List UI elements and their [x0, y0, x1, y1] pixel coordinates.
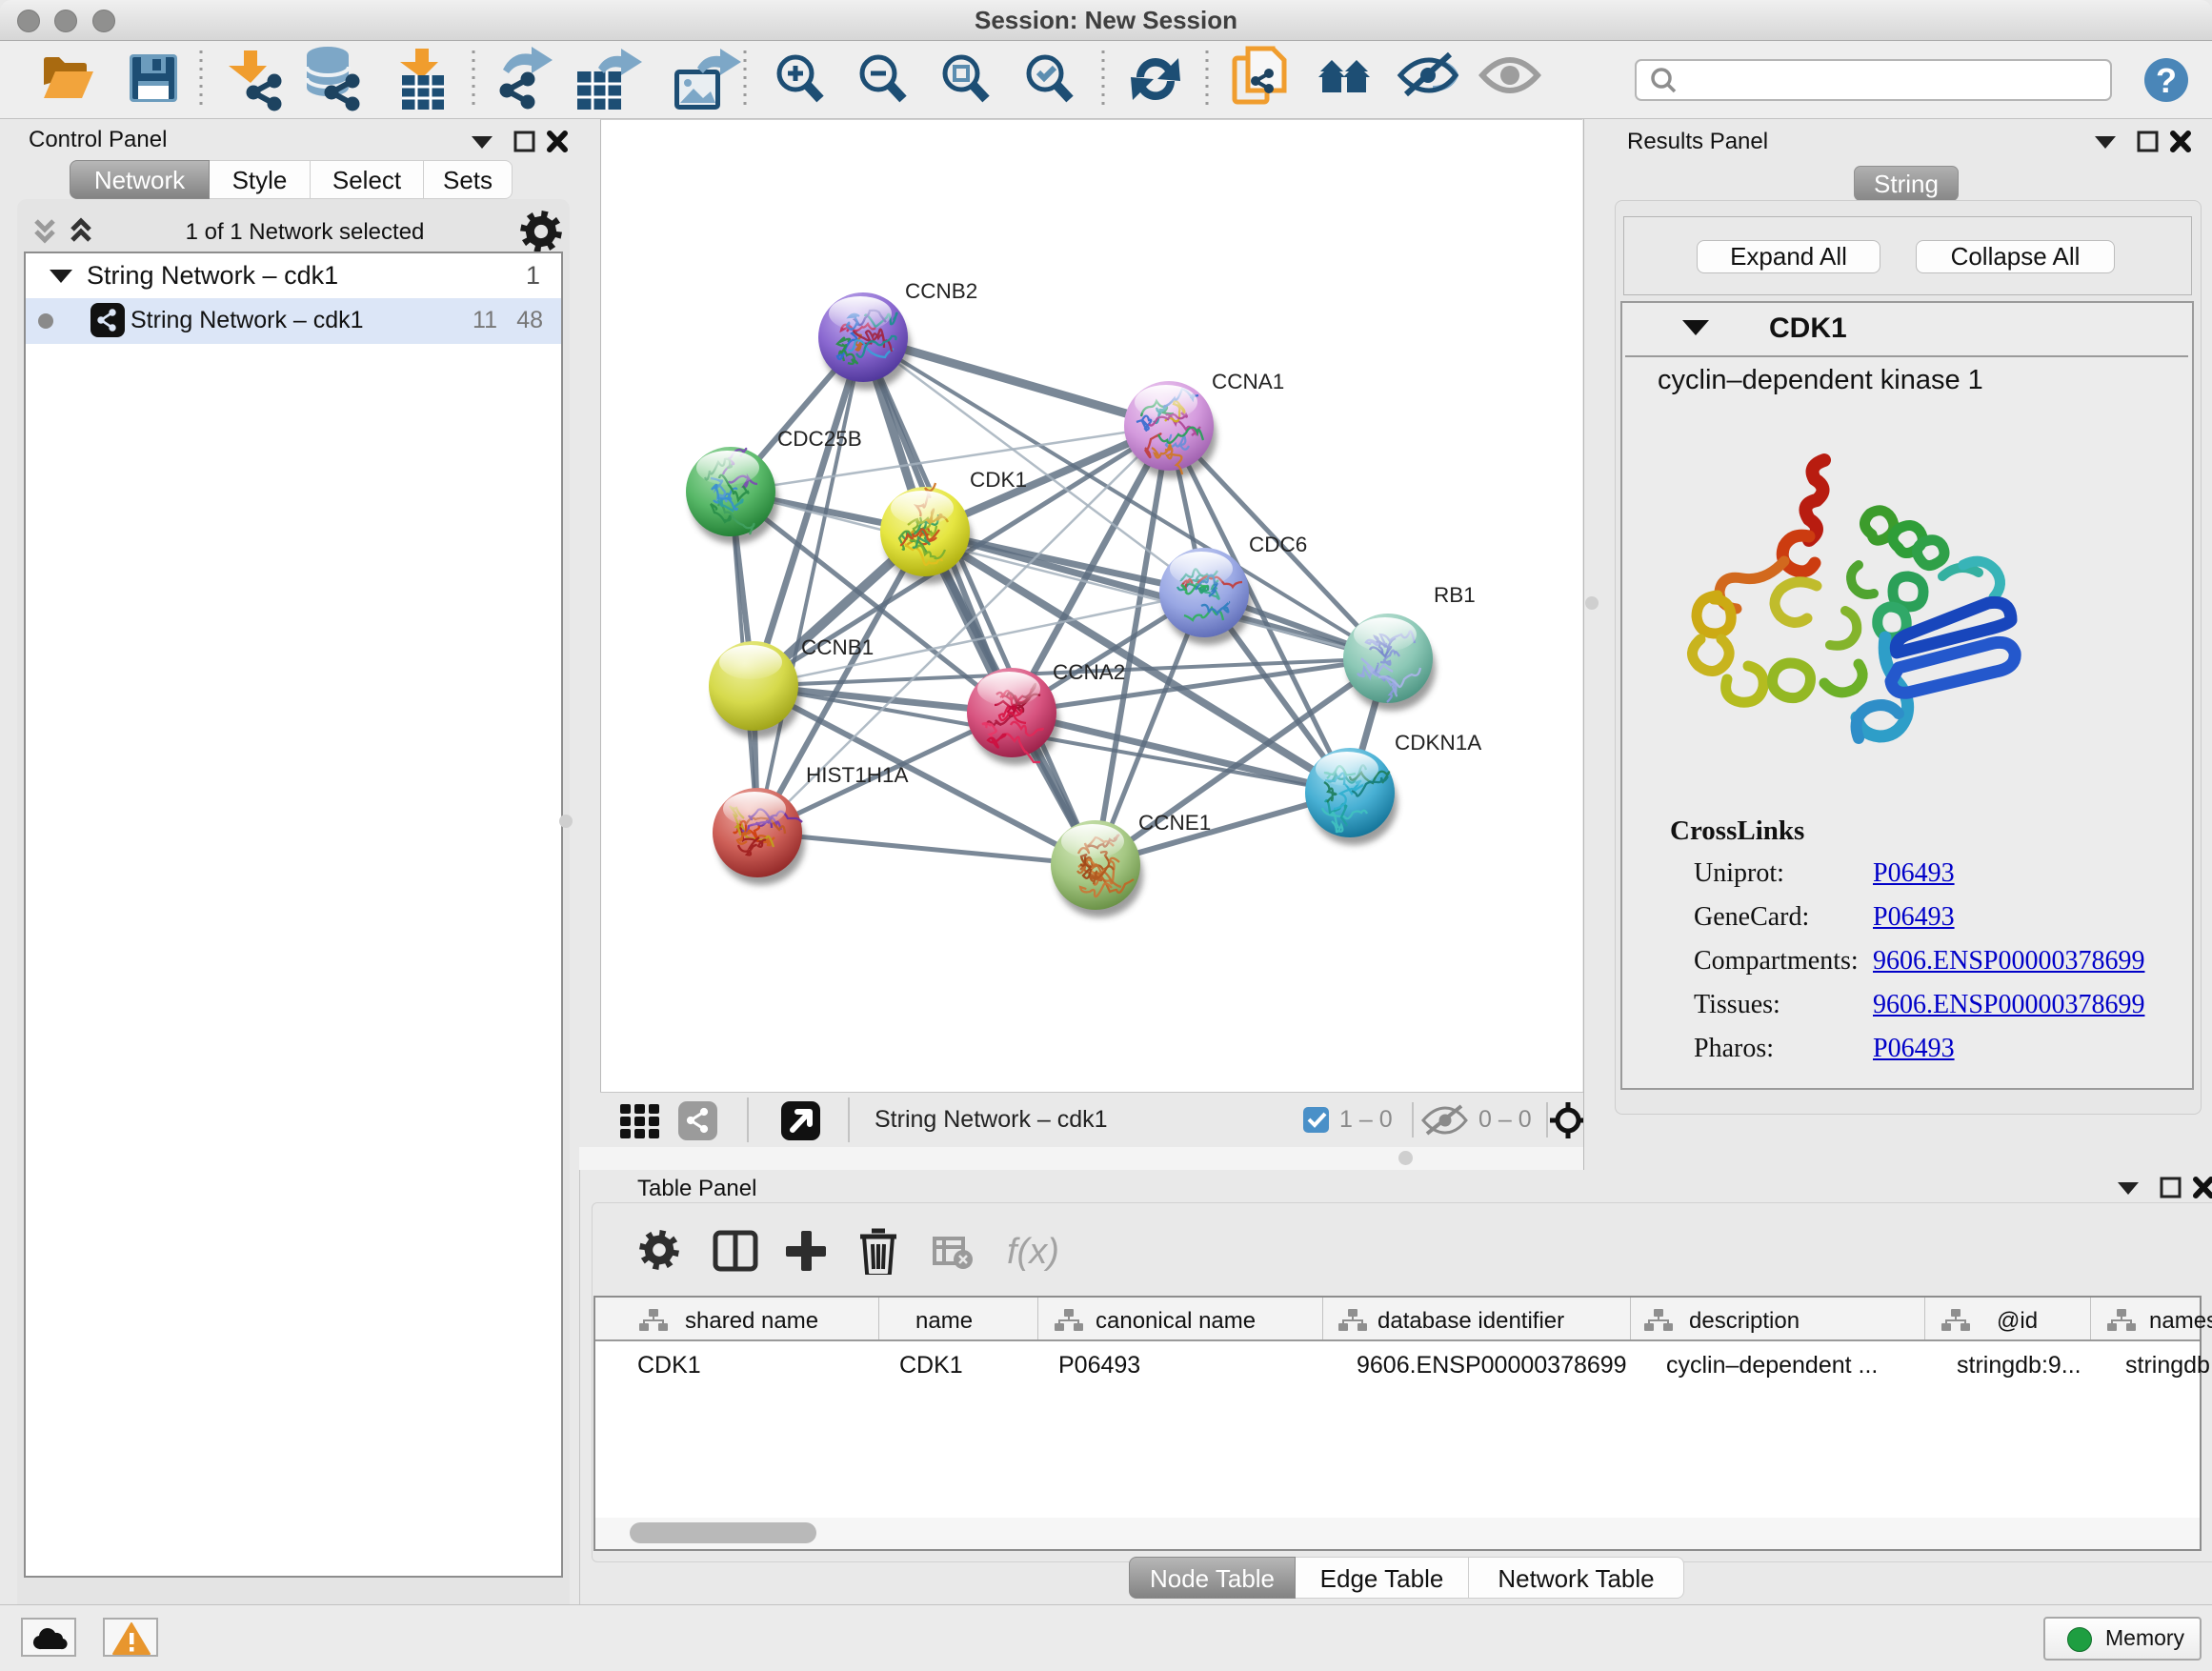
svg-text:CCNB1: CCNB1 [801, 635, 874, 659]
svg-text:String Network – cdk1: String Network – cdk1 [875, 1106, 1108, 1133]
svg-text:?: ? [2156, 61, 2177, 100]
svg-text:1 – 0: 1 – 0 [1339, 1106, 1393, 1133]
svg-text:CCNA2: CCNA2 [1053, 660, 1125, 684]
svg-text:HIST1H1A: HIST1H1A [806, 763, 909, 787]
svg-text:0 – 0: 0 – 0 [1478, 1106, 1532, 1133]
svg-text:RB1: RB1 [1434, 583, 1476, 607]
svg-text:f(x): f(x) [1007, 1232, 1059, 1272]
svg-text:CDC25B: CDC25B [777, 427, 862, 451]
svg-text:CDC6: CDC6 [1249, 533, 1307, 556]
svg-text:CCNA1: CCNA1 [1212, 370, 1284, 393]
svg-text:CDKN1A: CDKN1A [1395, 731, 1481, 755]
svg-text:CCNE1: CCNE1 [1138, 811, 1211, 835]
svg-text:CDK1: CDK1 [970, 468, 1027, 492]
svg-text:CCNB2: CCNB2 [905, 279, 977, 303]
